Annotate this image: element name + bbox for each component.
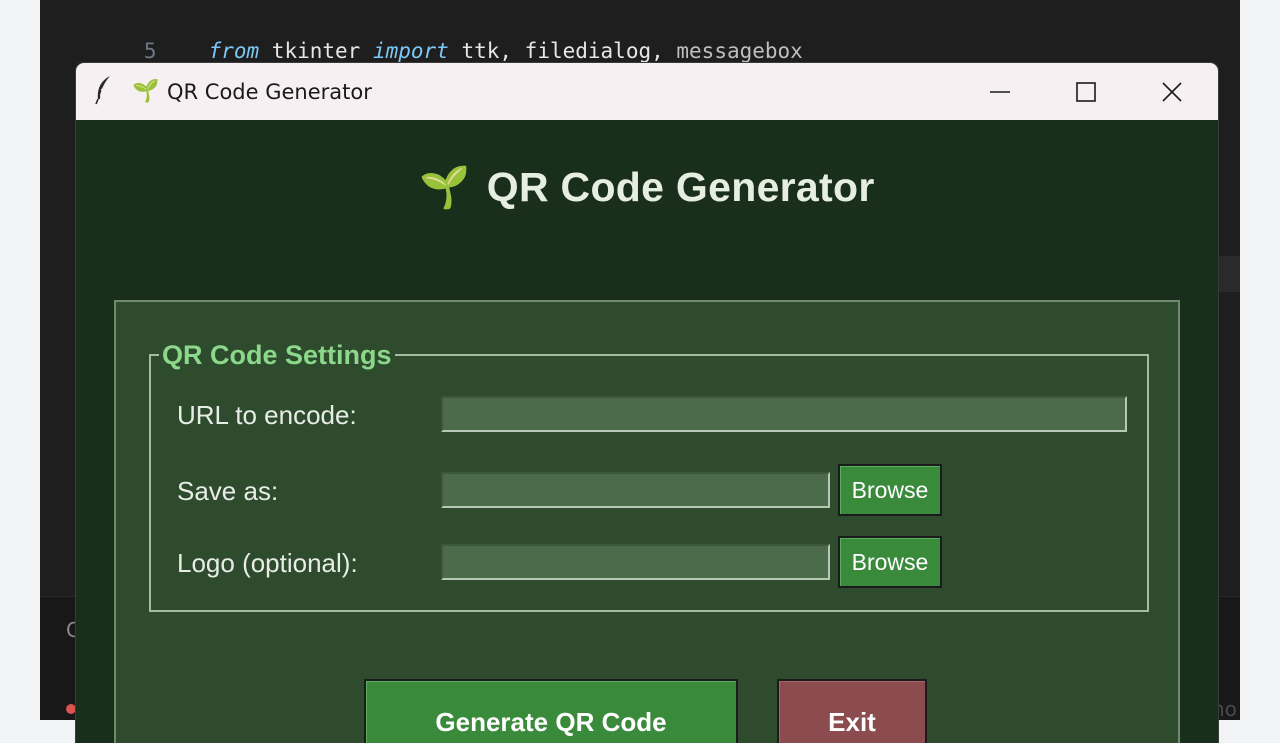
settings-legend: QR Code Settings (159, 338, 395, 372)
minimize-button[interactable] (957, 63, 1043, 120)
main-frame: QR Code Settings URL to encode: Save as:… (114, 300, 1180, 743)
save-as-browse-button[interactable]: Browse (838, 464, 942, 516)
close-button[interactable] (1129, 63, 1215, 120)
logo-label: Logo (optional): (177, 548, 358, 578)
qr-generator-window: 🌱 QR Code Generator 🌱 QR Code Generator Q… (76, 63, 1218, 743)
url-label: URL to encode: (177, 400, 357, 430)
exit-button[interactable]: Exit (777, 679, 927, 743)
feather-icon (95, 76, 110, 105)
maximize-icon (1076, 81, 1096, 102)
window-client-area: 🌱 QR Code Generator QR Code Settings URL … (76, 120, 1218, 743)
exit-label: Exit (828, 707, 876, 737)
keyword-from: from (208, 39, 260, 63)
window-title: QR Code Generator (167, 80, 372, 104)
seedling-icon: 🌱 (132, 78, 160, 103)
generate-qr-label: Generate QR Code (435, 707, 667, 737)
qr-settings-group: QR Code Settings URL to encode: Save as:… (149, 338, 1149, 612)
url-input[interactable] (441, 396, 1127, 432)
app-heading: 🌱 QR Code Generator (76, 164, 1218, 212)
module-name: tkinter (259, 39, 373, 63)
save-as-input[interactable] (441, 472, 830, 508)
close-icon (1162, 81, 1182, 102)
import-names: ttk, filedialog, (448, 39, 677, 63)
error-indicator (66, 704, 76, 714)
import-name-last: messagebox (676, 39, 803, 63)
logo-browse-button[interactable]: Browse (838, 536, 942, 588)
logo-input[interactable] (441, 544, 830, 580)
keyword-import: import (372, 39, 449, 63)
code-line-5: 5 from tkinter import ttk, filedialog, me… (40, 6, 803, 63)
title-bar[interactable]: 🌱 QR Code Generator (76, 63, 1218, 120)
minimize-icon (990, 90, 1010, 93)
app-heading-text: QR Code Generator (486, 164, 875, 210)
current-line-highlight (1218, 256, 1240, 292)
save-as-label: Save as: (177, 476, 279, 506)
generate-qr-button[interactable]: Generate QR Code (364, 679, 738, 743)
maximize-button[interactable] (1043, 63, 1129, 120)
seedling-icon: 🌱 (419, 164, 471, 210)
